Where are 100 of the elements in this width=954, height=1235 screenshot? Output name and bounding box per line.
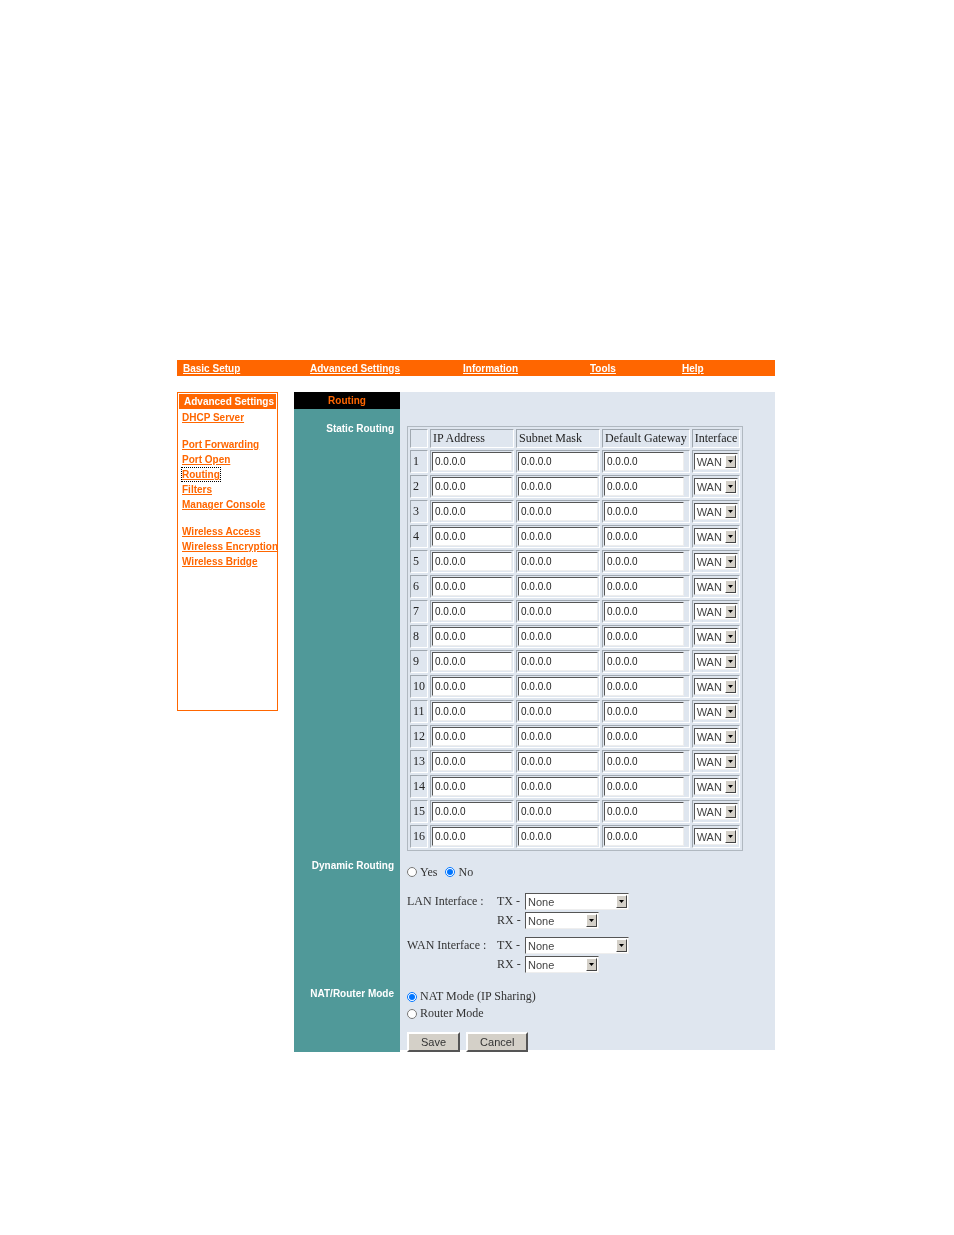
- address-field[interactable]: 0.0.0.0: [432, 552, 512, 571]
- column-header: IP Address: [430, 429, 514, 448]
- radio-option[interactable]: NAT Mode (IP Sharing): [407, 989, 536, 1004]
- address-field[interactable]: 0.0.0.0: [604, 552, 684, 571]
- radio-button[interactable]: [445, 867, 456, 877]
- address-field[interactable]: 0.0.0.0: [518, 677, 598, 696]
- row-number: 4: [410, 525, 428, 548]
- address-field[interactable]: 0.0.0.0: [432, 452, 512, 471]
- address-field[interactable]: 0.0.0.0: [432, 727, 512, 746]
- address-field[interactable]: 0.0.0.0: [518, 577, 598, 596]
- address-field[interactable]: 0.0.0.0: [432, 752, 512, 771]
- interface-dropdown[interactable]: WAN: [693, 453, 738, 470]
- address-field[interactable]: 0.0.0.0: [432, 777, 512, 796]
- address-field[interactable]: 0.0.0.0: [604, 752, 684, 771]
- interface-dropdown[interactable]: WAN: [693, 653, 738, 670]
- address-field[interactable]: 0.0.0.0: [518, 452, 598, 471]
- form-button[interactable]: Save: [407, 1032, 461, 1052]
- address-field[interactable]: 0.0.0.0: [432, 477, 512, 496]
- row-number: 13: [410, 750, 428, 773]
- address-field[interactable]: 0.0.0.0: [604, 677, 684, 696]
- row-number: 15: [410, 800, 428, 823]
- interface-dropdown[interactable]: WAN: [693, 828, 738, 845]
- address-field[interactable]: 0.0.0.0: [518, 527, 598, 546]
- radio-button[interactable]: [407, 867, 417, 877]
- address-field[interactable]: 0.0.0.0: [604, 827, 684, 846]
- row-number: 16: [410, 825, 428, 848]
- interface-dropdown[interactable]: WAN: [693, 578, 738, 595]
- sidebar-title: Advanced Settings: [179, 394, 276, 409]
- address-field[interactable]: 0.0.0.0: [518, 777, 598, 796]
- row-number: 6: [410, 575, 428, 598]
- interface-label: LAN Interface :: [407, 894, 485, 909]
- interface-dropdown[interactable]: WAN: [693, 778, 738, 795]
- address-field[interactable]: 0.0.0.0: [604, 577, 684, 596]
- interface-dropdown[interactable]: WAN: [693, 503, 738, 520]
- address-field[interactable]: 0.0.0.0: [432, 827, 512, 846]
- interface-dropdown[interactable]: WAN: [693, 753, 738, 770]
- address-field[interactable]: 0.0.0.0: [432, 527, 512, 546]
- address-field[interactable]: 0.0.0.0: [518, 727, 598, 746]
- column-header: Default Gateway: [602, 429, 690, 448]
- address-field[interactable]: 0.0.0.0: [518, 802, 598, 821]
- tx-label: TX -: [497, 938, 521, 953]
- column-header: Interface: [691, 429, 741, 448]
- interface-dropdown[interactable]: WAN: [693, 703, 738, 720]
- interface-dropdown[interactable]: WAN: [693, 728, 738, 745]
- radio-button[interactable]: [407, 1008, 417, 1019]
- interface-dropdown[interactable]: WAN: [693, 678, 738, 695]
- address-field[interactable]: 0.0.0.0: [604, 502, 684, 521]
- address-field[interactable]: 0.0.0.0: [604, 702, 684, 721]
- interface-dropdown[interactable]: WAN: [693, 528, 738, 545]
- dropdown[interactable]: None: [525, 912, 599, 929]
- row-number: 5: [410, 550, 428, 573]
- address-field[interactable]: 0.0.0.0: [604, 627, 684, 646]
- address-field[interactable]: 0.0.0.0: [432, 502, 512, 521]
- dropdown[interactable]: None: [525, 893, 629, 910]
- section-label: NAT/Router Mode: [310, 988, 394, 999]
- address-field[interactable]: 0.0.0.0: [518, 652, 598, 671]
- address-field[interactable]: 0.0.0.0: [518, 602, 598, 621]
- address-field[interactable]: 0.0.0.0: [432, 652, 512, 671]
- tx-label: TX -: [497, 894, 521, 909]
- row-number: 8: [410, 625, 428, 648]
- row-number: 9: [410, 650, 428, 673]
- interface-dropdown[interactable]: WAN: [693, 603, 738, 620]
- form-button[interactable]: Cancel: [466, 1032, 529, 1052]
- radio-button[interactable]: [407, 991, 417, 1002]
- address-field[interactable]: 0.0.0.0: [432, 677, 512, 696]
- radio-option[interactable]: No: [445, 864, 474, 880]
- dropdown[interactable]: None: [525, 937, 629, 954]
- address-field[interactable]: 0.0.0.0: [604, 652, 684, 671]
- address-field[interactable]: 0.0.0.0: [604, 777, 684, 796]
- interface-dropdown[interactable]: WAN: [693, 553, 738, 570]
- address-field[interactable]: 0.0.0.0: [604, 527, 684, 546]
- address-field[interactable]: 0.0.0.0: [518, 752, 598, 771]
- address-field[interactable]: 0.0.0.0: [518, 552, 598, 571]
- row-number: 7: [410, 600, 428, 623]
- address-field[interactable]: 0.0.0.0: [604, 727, 684, 746]
- address-field[interactable]: 0.0.0.0: [518, 702, 598, 721]
- address-field[interactable]: 0.0.0.0: [604, 602, 684, 621]
- address-field[interactable]: 0.0.0.0: [518, 477, 598, 496]
- dropdown[interactable]: None: [525, 956, 599, 973]
- row-number: 12: [410, 725, 428, 748]
- address-field[interactable]: 0.0.0.0: [604, 802, 684, 821]
- column-header: Subnet Mask: [516, 429, 600, 448]
- address-field[interactable]: 0.0.0.0: [518, 827, 598, 846]
- interface-dropdown[interactable]: WAN: [693, 478, 738, 495]
- interface-dropdown[interactable]: WAN: [693, 803, 738, 820]
- row-number: 14: [410, 775, 428, 798]
- radio-option[interactable]: Router Mode: [407, 1006, 484, 1021]
- radio-option[interactable]: Yes: [407, 864, 438, 880]
- address-field[interactable]: 0.0.0.0: [518, 627, 598, 646]
- address-field[interactable]: 0.0.0.0: [604, 477, 684, 496]
- rx-label: RX -: [497, 957, 522, 972]
- address-field[interactable]: 0.0.0.0: [604, 452, 684, 471]
- address-field[interactable]: 0.0.0.0: [432, 577, 512, 596]
- rx-label: RX -: [497, 913, 522, 928]
- interface-dropdown[interactable]: WAN: [693, 628, 738, 645]
- address-field[interactable]: 0.0.0.0: [432, 702, 512, 721]
- address-field[interactable]: 0.0.0.0: [432, 627, 512, 646]
- address-field[interactable]: 0.0.0.0: [432, 802, 512, 821]
- address-field[interactable]: 0.0.0.0: [432, 602, 512, 621]
- address-field[interactable]: 0.0.0.0: [518, 502, 598, 521]
